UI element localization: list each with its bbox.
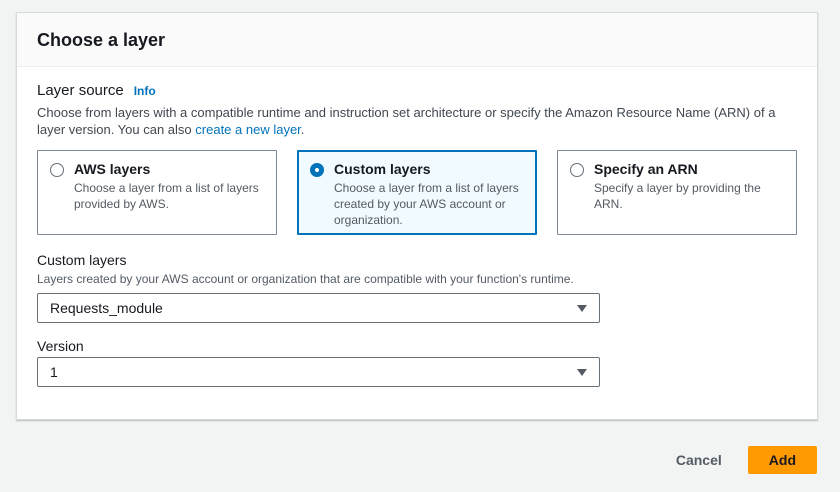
- custom-layers-label: Custom layers: [37, 252, 797, 268]
- custom-layers-select-value: Requests_module: [50, 300, 163, 316]
- choose-a-layer-panel: Choose a layer Layer source Info Choose …: [16, 12, 818, 420]
- custom-layers-description: Layers created by your AWS account or or…: [37, 271, 797, 287]
- info-link[interactable]: Info: [134, 84, 156, 98]
- layer-source-label: Layer source: [37, 82, 124, 99]
- create-new-layer-link[interactable]: create a new layer: [195, 122, 301, 137]
- layer-source-description: Choose from layers with a compatible run…: [37, 104, 797, 138]
- description-period: .: [301, 122, 305, 137]
- tile-specify-arn[interactable]: Specify an ARN Specify a layer by provid…: [557, 150, 797, 235]
- version-label: Version: [37, 338, 797, 354]
- tile-specify-arn-description: Specify a layer by providing the ARN.: [594, 180, 784, 212]
- version-select-value: 1: [50, 364, 58, 380]
- cancel-button[interactable]: Cancel: [676, 447, 722, 473]
- radio-specify-arn[interactable]: [570, 163, 584, 177]
- radio-custom-layers[interactable]: [310, 163, 324, 177]
- add-button[interactable]: Add: [748, 446, 817, 474]
- tile-custom-layers-label: Custom layers: [334, 161, 524, 177]
- version-field: Version 1: [37, 338, 797, 387]
- tile-aws-layers-label: AWS layers: [74, 161, 264, 177]
- tile-custom-layers[interactable]: Custom layers Choose a layer from a list…: [297, 150, 537, 235]
- layer-source-tiles: AWS layers Choose a layer from a list of…: [37, 150, 797, 235]
- custom-layers-field: Custom layers Layers created by your AWS…: [37, 252, 797, 323]
- chevron-down-icon: [577, 305, 587, 312]
- version-select[interactable]: 1: [37, 357, 600, 387]
- custom-layers-select[interactable]: Requests_module: [37, 293, 600, 323]
- tile-aws-layers[interactable]: AWS layers Choose a layer from a list of…: [37, 150, 277, 235]
- tile-custom-layers-description: Choose a layer from a list of layers cre…: [334, 180, 524, 228]
- chevron-down-icon: [577, 369, 587, 376]
- tile-aws-layers-description: Choose a layer from a list of layers pro…: [74, 180, 264, 212]
- panel-title: Choose a layer: [37, 30, 797, 51]
- tile-specify-arn-label: Specify an ARN: [594, 161, 784, 177]
- panel-body: Layer source Info Choose from layers wit…: [17, 67, 817, 419]
- panel-header: Choose a layer: [17, 13, 817, 67]
- description-text: Choose from layers with a compatible run…: [37, 105, 775, 137]
- radio-aws-layers[interactable]: [50, 163, 64, 177]
- action-footer: Cancel Add: [676, 446, 817, 474]
- layer-source-label-row: Layer source Info: [37, 82, 797, 99]
